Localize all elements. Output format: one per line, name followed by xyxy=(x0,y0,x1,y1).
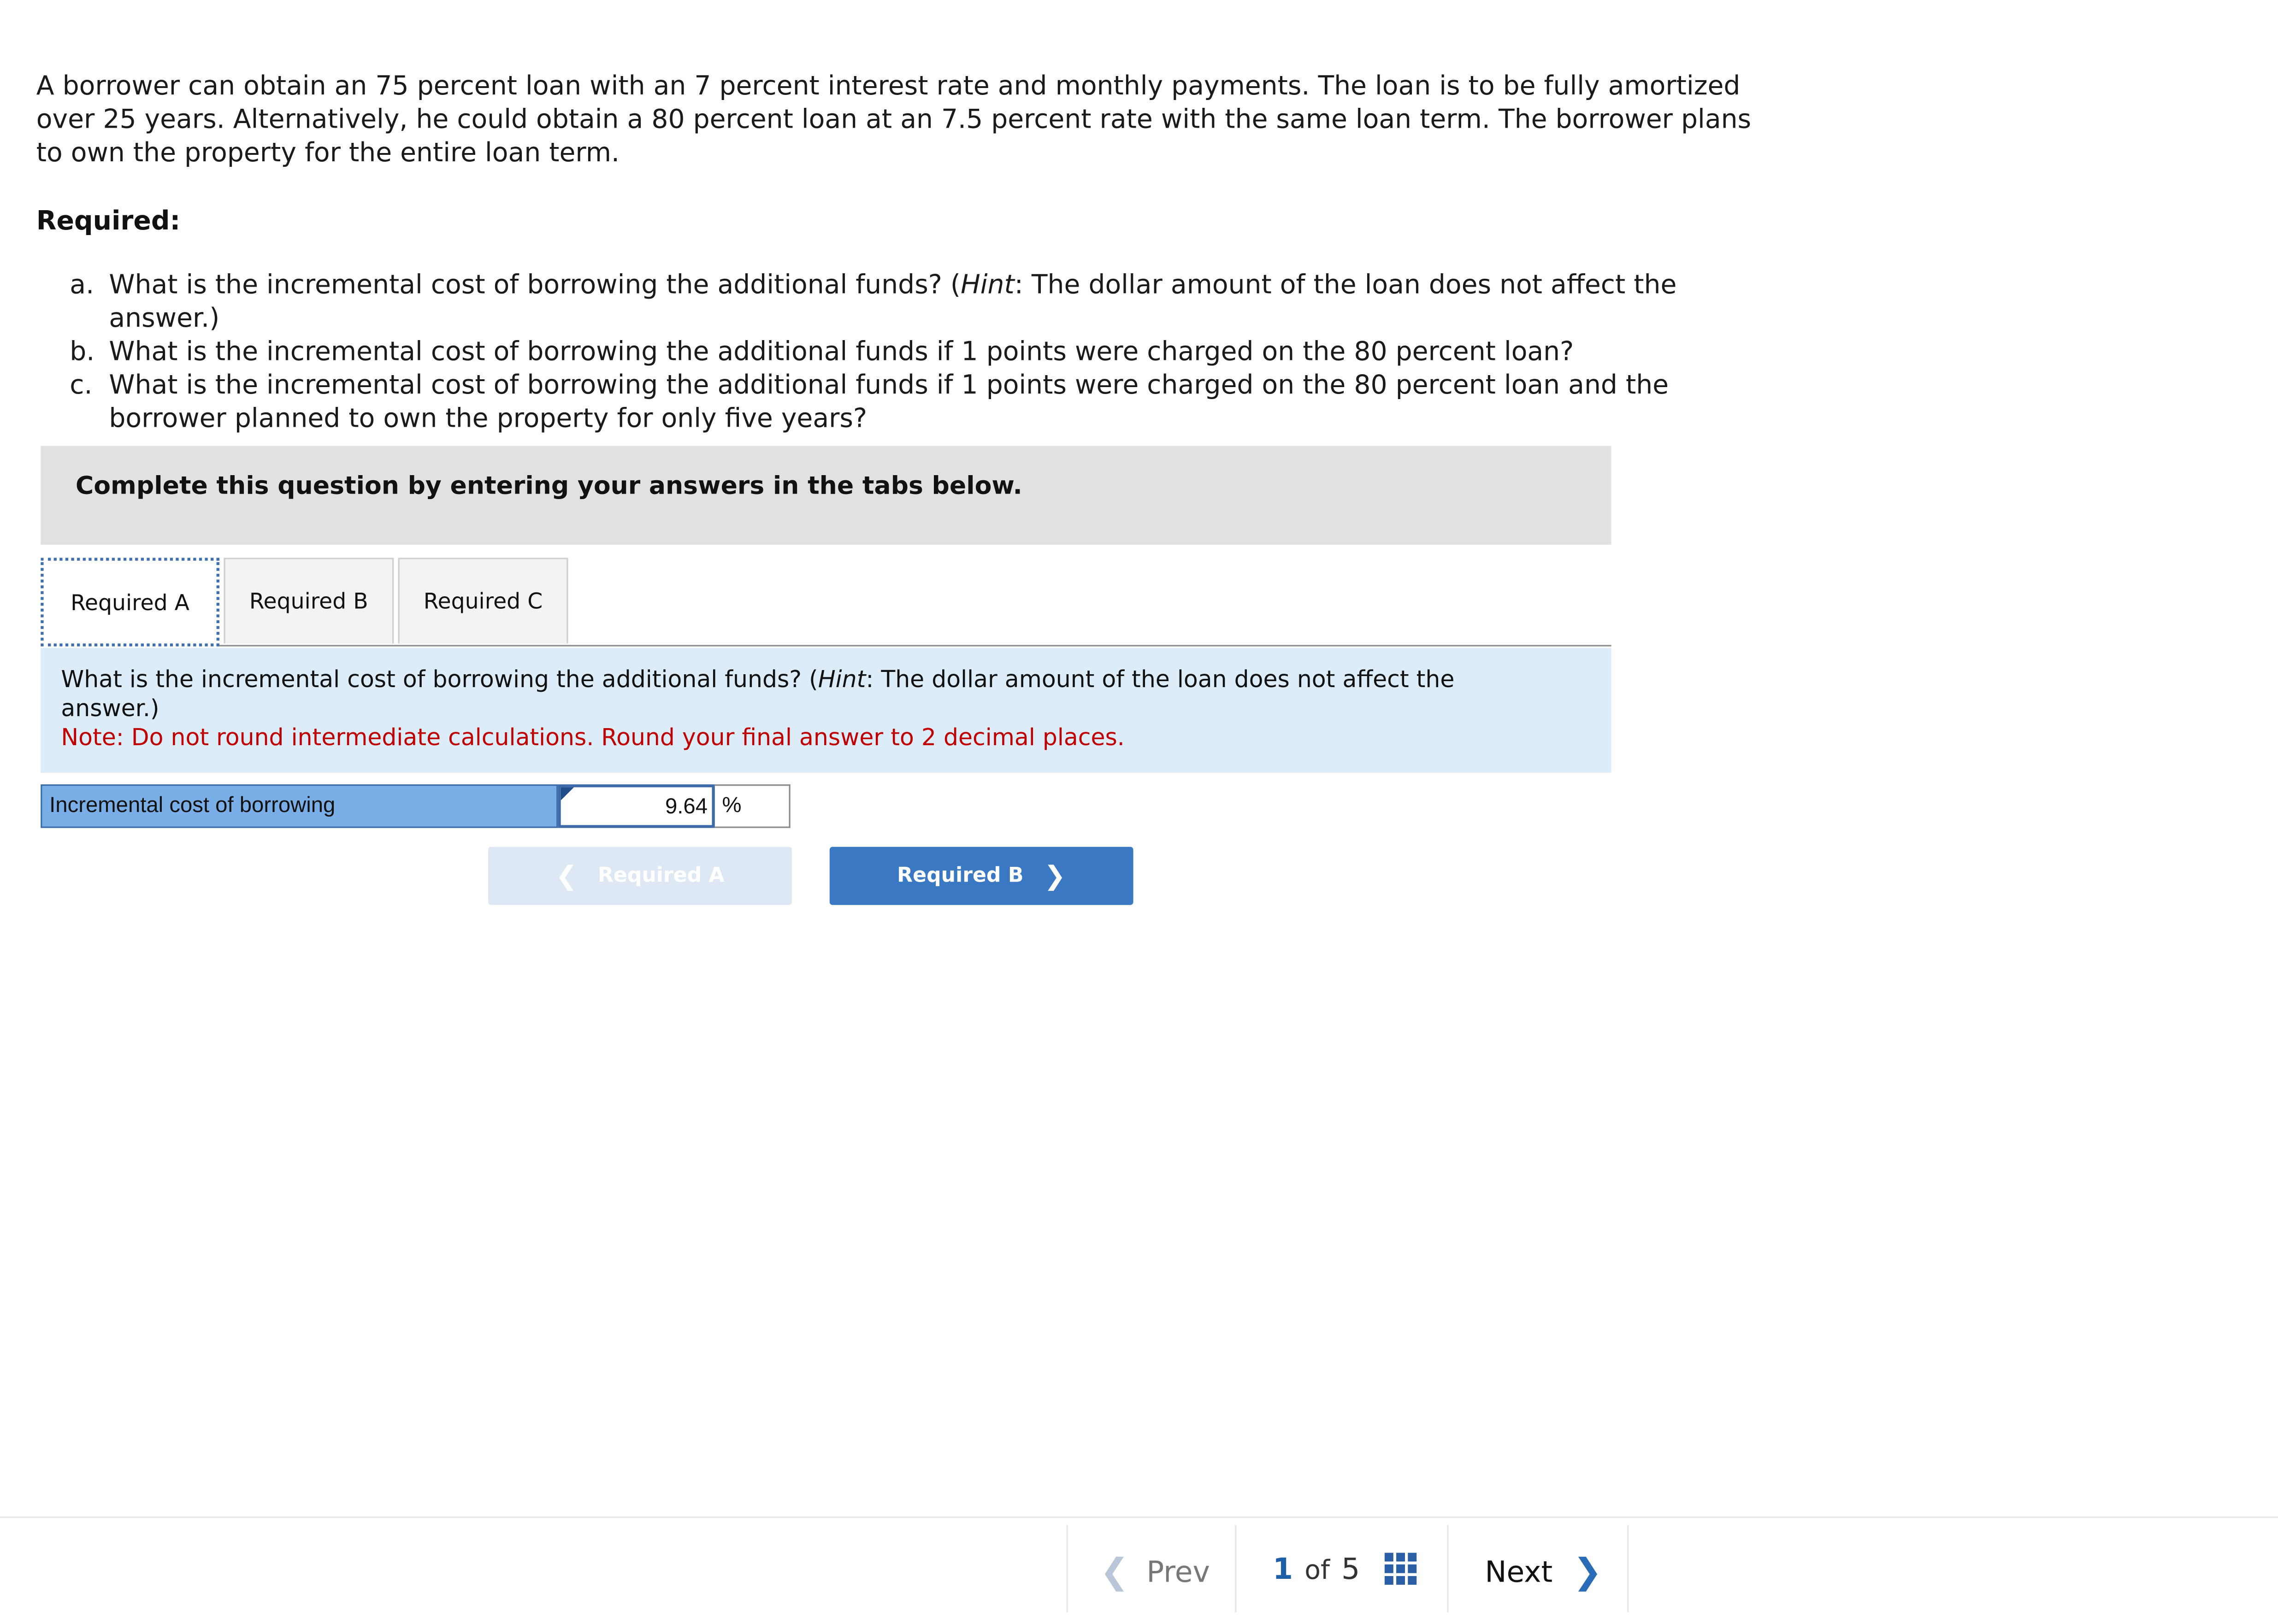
question-page: A borrower can obtain an 75 percent loan… xyxy=(0,0,2278,1624)
footer-next-label: Next xyxy=(1485,1554,1553,1589)
page-of: of xyxy=(1304,1555,1330,1586)
question-b-label: b. xyxy=(70,337,95,368)
prompt-text: What is the incremental cost of borrowin… xyxy=(61,665,818,693)
prev-tab-button[interactable]: ❮ Required A xyxy=(488,847,792,905)
question-a-text: What is the incremental cost of borrowin… xyxy=(109,270,961,301)
answer-input-wrapper xyxy=(558,784,715,828)
chevron-left-icon: ❮ xyxy=(1100,1551,1129,1592)
footer-next-button[interactable]: Next ❯ xyxy=(1485,1551,1602,1592)
chevron-left-icon: ❮ xyxy=(555,860,578,891)
footer-separator xyxy=(1066,1525,1068,1612)
next-tab-button-label: Required B xyxy=(897,864,1024,888)
page-indicator: 1 of 5 xyxy=(1273,1551,1360,1586)
chevron-right-icon: ❯ xyxy=(1573,1551,1602,1592)
prompt-hint: Hint xyxy=(818,665,866,693)
answer-row: Incremental cost of borrowing % xyxy=(41,784,791,828)
problem-statement: A borrower can obtain an 75 percent loan… xyxy=(36,71,1752,169)
required-questions-list: a. What is the incremental cost of borro… xyxy=(70,269,1770,435)
input-flag-icon xyxy=(561,787,574,800)
answer-label: Incremental cost of borrowing xyxy=(41,784,558,828)
question-b: b. What is the incremental cost of borro… xyxy=(70,335,1770,369)
tab-bar: Required A Required B Required C xyxy=(41,558,572,647)
next-tab-button[interactable]: Required B ❯ xyxy=(829,847,1133,905)
footer-divider xyxy=(0,1516,2278,1518)
tab-required-c[interactable]: Required C xyxy=(398,558,568,644)
prev-tab-button-label: Required A xyxy=(597,864,725,888)
footer-separator xyxy=(1627,1525,1629,1612)
tab-prompt: What is the incremental cost of borrowin… xyxy=(41,647,1611,773)
question-c-label: c. xyxy=(70,370,93,401)
incremental-cost-input[interactable] xyxy=(561,787,712,825)
grid-icon[interactable] xyxy=(1384,1553,1417,1585)
question-b-text: What is the incremental cost of borrowin… xyxy=(109,337,1574,368)
footer-prev-label: Prev xyxy=(1146,1554,1210,1589)
question-c: c. What is the incremental cost of borro… xyxy=(70,369,1770,436)
question-a-hint: Hint xyxy=(961,270,1015,301)
total-pages: 5 xyxy=(1341,1551,1360,1586)
rounding-note: Note: Do not round intermediate calculat… xyxy=(61,723,1125,751)
footer-separator xyxy=(1447,1525,1449,1612)
question-a-label: a. xyxy=(70,270,94,301)
chevron-right-icon: ❯ xyxy=(1044,860,1066,891)
instructions-banner: Complete this question by entering your … xyxy=(41,446,1611,545)
tab-required-a[interactable]: Required A xyxy=(41,558,219,647)
tab-required-b[interactable]: Required B xyxy=(224,558,394,644)
footer-separator xyxy=(1235,1525,1237,1612)
required-heading: Required: xyxy=(36,206,181,237)
question-a: a. What is the incremental cost of borro… xyxy=(70,269,1770,335)
question-c-text: What is the incremental cost of borrowin… xyxy=(109,370,1669,435)
percent-unit: % xyxy=(714,784,791,828)
current-page: 1 xyxy=(1273,1551,1293,1586)
tab-divider xyxy=(219,645,1611,647)
footer-prev-button[interactable]: ❮ Prev xyxy=(1100,1551,1210,1592)
